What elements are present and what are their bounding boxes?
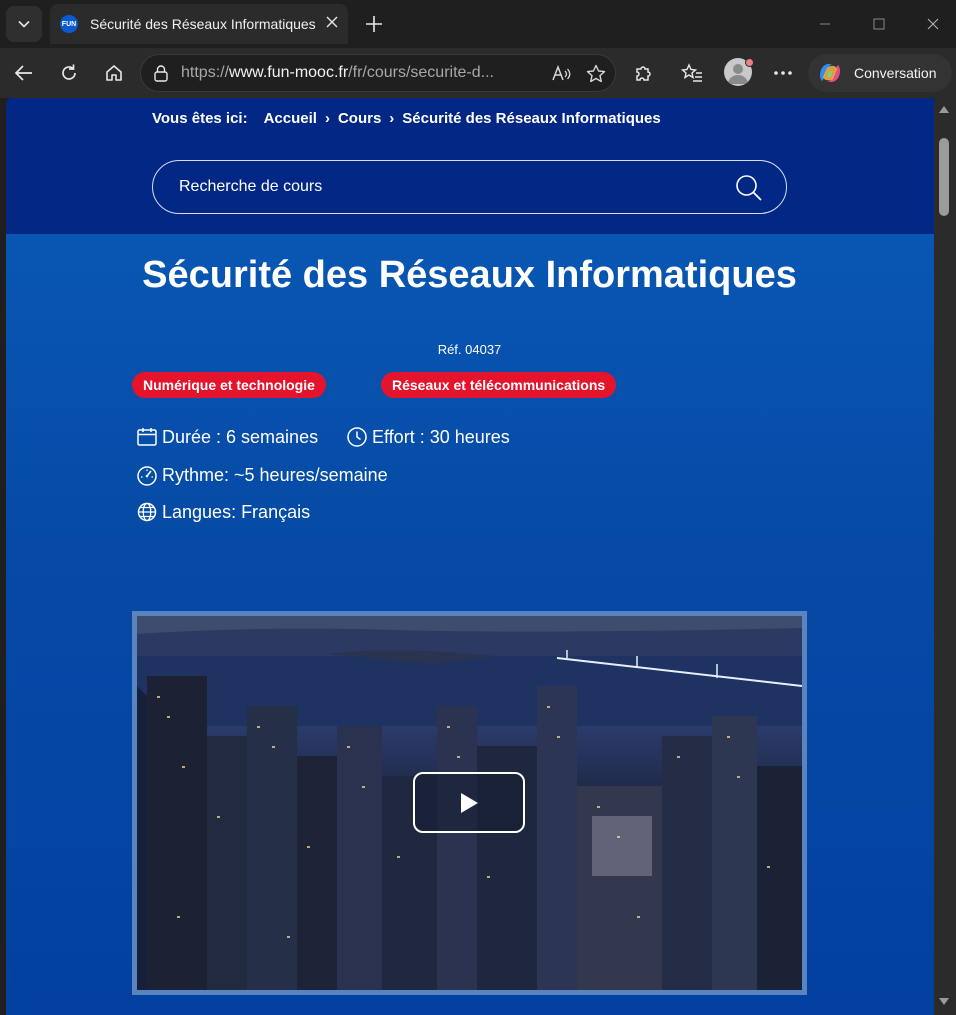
refresh-button[interactable] — [53, 57, 85, 89]
course-duration: Durée : 6 semaines — [136, 426, 318, 448]
calendar-icon — [137, 428, 157, 446]
play-button[interactable] — [413, 772, 525, 833]
search-button[interactable] — [734, 173, 764, 208]
course-video-player[interactable] — [132, 611, 807, 995]
puzzle-icon — [636, 66, 651, 81]
favorites-button[interactable] — [676, 57, 708, 89]
clock-icon — [347, 427, 367, 447]
home-icon — [106, 65, 122, 81]
maximize-button[interactable] — [856, 0, 902, 48]
refresh-icon — [62, 64, 76, 80]
close-icon — [326, 16, 338, 28]
breadcrumb-separator: › — [389, 110, 395, 127]
breadcrumb-lead: Vous êtes ici: — [152, 110, 248, 127]
course-rhythm: Rythme: ~5 heures/semaine — [136, 464, 388, 486]
close-window-button[interactable] — [910, 0, 956, 48]
search-input[interactable] — [179, 178, 699, 196]
close-tab-button[interactable] — [326, 15, 338, 33]
breadcrumb-courses-link[interactable]: Cours — [338, 110, 381, 127]
new-tab-button[interactable] — [360, 10, 388, 38]
window-controls — [794, 0, 956, 48]
duration-text: Durée : 6 semaines — [162, 426, 319, 447]
browser-toolbar: https://www.fun-mooc.fr/fr/cours/securit… — [0, 48, 956, 98]
course-search — [152, 160, 787, 214]
course-title: Sécurité des Réseaux Informatiques — [142, 254, 797, 296]
breadcrumb-home-link[interactable]: Accueil — [264, 110, 317, 127]
tab-actions-button[interactable] — [6, 6, 42, 42]
extensions-button[interactable] — [627, 57, 659, 89]
back-button[interactable] — [8, 57, 40, 89]
globe-icon — [137, 502, 157, 522]
minimize-button[interactable] — [802, 0, 848, 48]
tab-title: Sécurité des Réseaux Informatiques — [90, 16, 316, 32]
minimize-icon — [820, 23, 830, 25]
address-bar[interactable]: https://www.fun-mooc.fr/fr/cours/securit… — [140, 54, 616, 92]
copilot-icon — [820, 64, 840, 82]
breadcrumb: Vous êtes ici: Accueil › Cours › Sécurit… — [152, 110, 661, 127]
conversation-label: Conversation — [854, 65, 937, 81]
effort-text: Effort : 30 heures — [372, 426, 510, 447]
search-icon — [736, 175, 762, 201]
back-arrow-icon — [14, 65, 32, 81]
rhythm-text: Rythme: ~5 heures/semaine — [162, 464, 388, 485]
video-thumbnail — [137, 616, 802, 990]
breadcrumb-separator: › — [324, 110, 330, 127]
breadcrumb-current: Sécurité des Réseaux Informatiques — [402, 110, 661, 127]
active-tab[interactable]: FUN Sécurité des Réseaux Informatiques — [50, 4, 348, 44]
url-text: https://www.fun-mooc.fr/fr/cours/securit… — [181, 64, 494, 81]
close-icon — [927, 18, 939, 30]
page-scrollbar[interactable] — [934, 98, 956, 1015]
read-aloud-icon — [552, 64, 571, 81]
languages-text: Langues: Français — [162, 501, 311, 522]
tab-bar: FUN Sécurité des Réseaux Informatiques — [0, 0, 956, 48]
lock-icon — [154, 65, 168, 82]
scroll-thumb[interactable] — [939, 138, 949, 216]
maximize-icon — [873, 18, 885, 30]
copilot-conversation-button[interactable]: Conversation — [808, 54, 952, 92]
star-icon — [586, 64, 606, 83]
notification-dot — [745, 58, 754, 67]
scroll-down-arrow-icon[interactable] — [939, 998, 949, 1005]
favorite-star-button[interactable] — [585, 63, 607, 85]
speedometer-icon — [137, 466, 157, 486]
course-hero: Sécurité des Réseaux Informatiques Réf. … — [6, 234, 934, 1015]
chevron-down-icon — [18, 20, 30, 28]
favorites-list-icon — [681, 63, 702, 82]
plus-icon — [366, 16, 382, 32]
read-aloud-button[interactable] — [551, 63, 573, 85]
page-viewport: Vous êtes ici: Accueil › Cours › Sécurit… — [6, 98, 934, 1015]
course-effort: Effort : 30 heures — [346, 426, 510, 448]
play-icon — [461, 792, 478, 813]
tag-reseaux-telecommunications[interactable]: Réseaux et télécommunications — [381, 372, 617, 398]
site-header: Vous êtes ici: Accueil › Cours › Sécurit… — [6, 98, 934, 234]
scroll-up-arrow-icon[interactable] — [939, 106, 949, 113]
course-reference: Réf. 04037 — [437, 342, 502, 357]
more-menu-button[interactable] — [767, 57, 799, 89]
tag-numerique-technologie[interactable]: Numérique et technologie — [132, 372, 326, 398]
home-button[interactable] — [98, 57, 130, 89]
more-dots-icon — [774, 71, 792, 75]
course-languages: Langues: Français — [136, 501, 310, 523]
fun-favicon-icon: FUN — [60, 15, 78, 33]
